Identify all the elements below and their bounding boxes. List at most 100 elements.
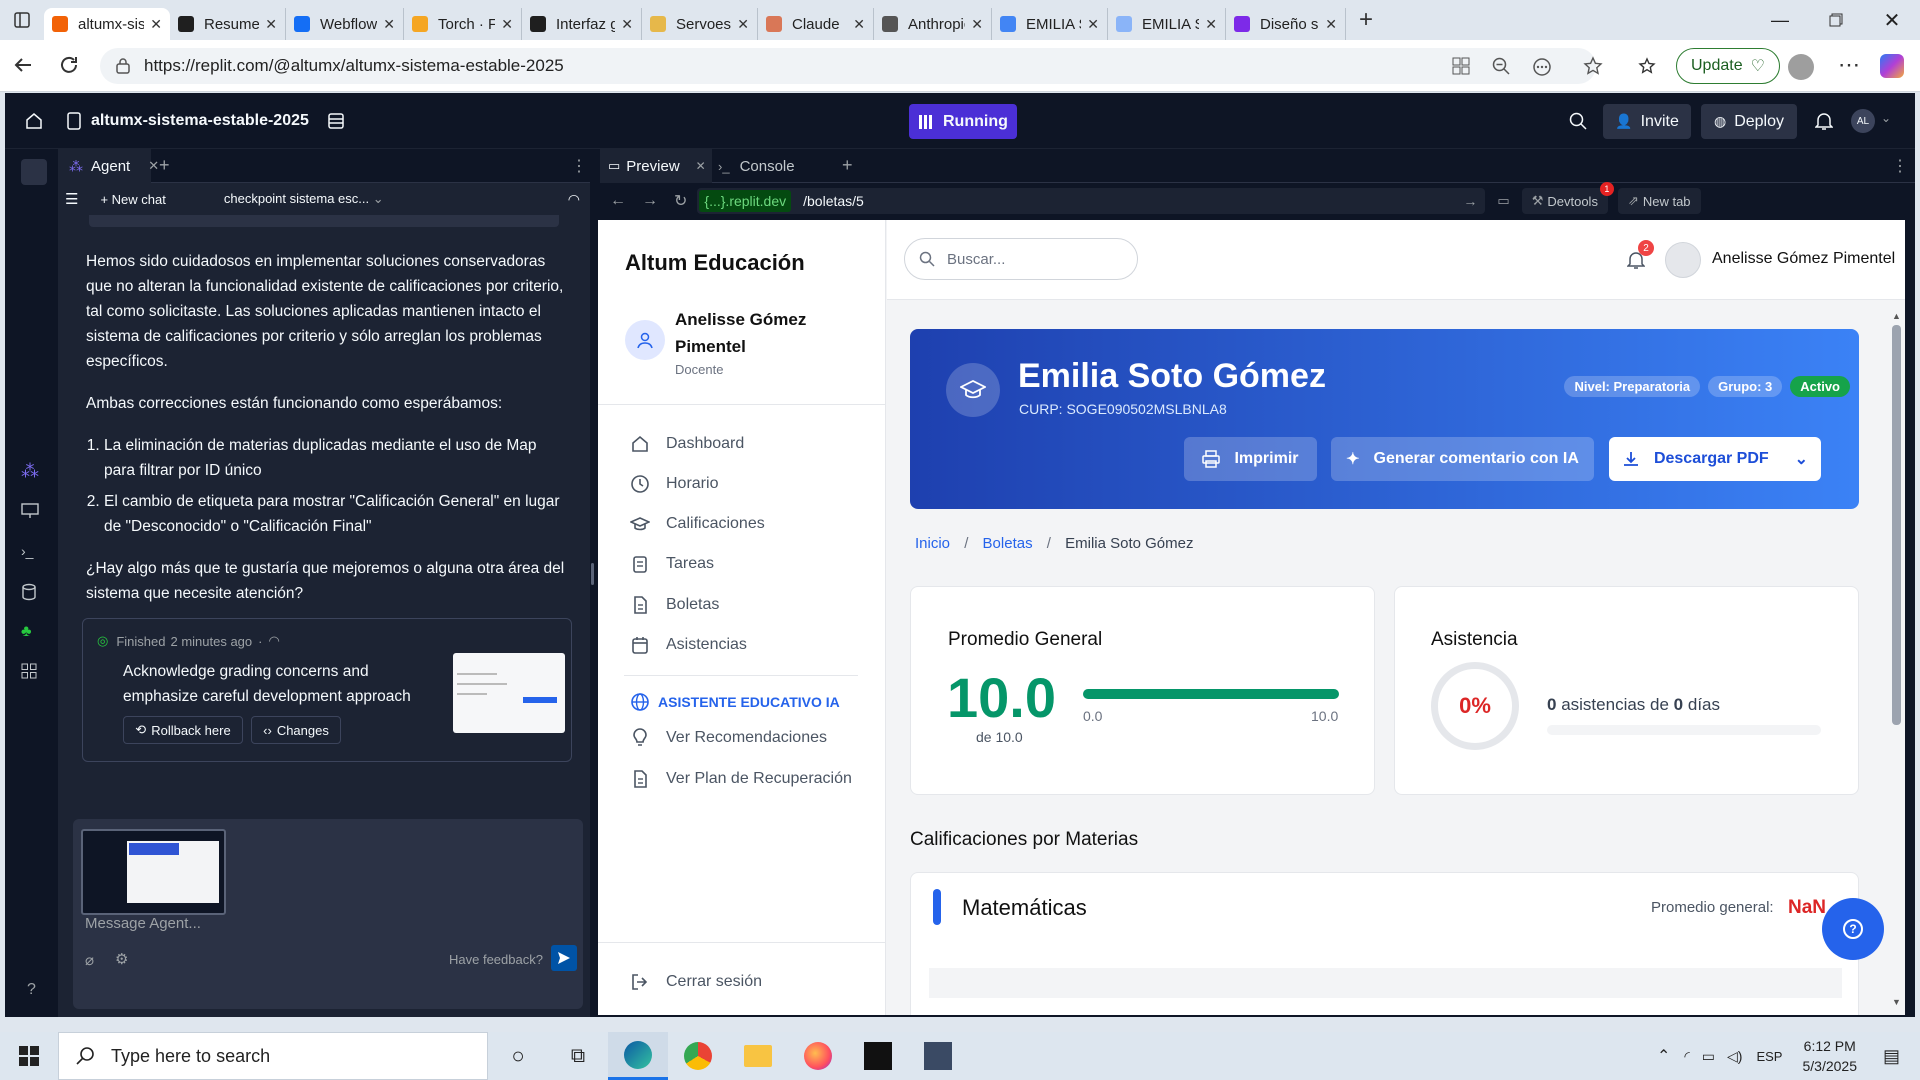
browser-tab[interactable]: Diseño sin ✕: [1226, 8, 1346, 40]
browser-tab[interactable]: Interfaz ge ✕: [522, 8, 642, 40]
browser-tab[interactable]: Servoesco ✕: [642, 8, 758, 40]
profile-avatar[interactable]: [1788, 54, 1814, 80]
zoom-icon[interactable]: [1492, 57, 1510, 75]
close-window-button[interactable]: ✕: [1864, 8, 1920, 33]
site-info-icon[interactable]: [114, 57, 132, 75]
file-explorer-icon[interactable]: [728, 1045, 788, 1067]
add-tab-button[interactable]: +: [842, 155, 853, 176]
tab-actions-icon[interactable]: [0, 0, 44, 40]
tab-preview[interactable]: ▭ Preview ✕: [600, 149, 712, 183]
devtools-button[interactable]: ⚒ Devtools 1: [1521, 182, 1614, 214]
close-tab-icon[interactable]: ✕: [383, 16, 395, 33]
apps-icon[interactable]: [1452, 57, 1470, 75]
changes-button[interactable]: ‹› Changes: [251, 716, 341, 744]
browser-tab[interactable]: Anthropic ✕: [874, 8, 992, 40]
edge-taskbar-icon[interactable]: [608, 1032, 668, 1080]
favorites-icon[interactable]: [1638, 56, 1658, 76]
agent-menu-icon[interactable]: ⋮: [571, 156, 587, 176]
home-icon[interactable]: [25, 112, 43, 130]
add-tab-button[interactable]: +: [159, 155, 170, 176]
preview-icon[interactable]: [21, 503, 39, 519]
back-icon[interactable]: ←: [610, 192, 626, 210]
update-button[interactable]: Update ♡: [1676, 48, 1780, 84]
account-avatar[interactable]: AL: [1851, 109, 1875, 133]
help-fab[interactable]: ?: [1822, 898, 1884, 960]
volume-icon[interactable]: ◁): [1727, 1048, 1742, 1065]
more-tools-icon[interactable]: [1532, 57, 1552, 77]
all-tools-icon[interactable]: [21, 663, 37, 679]
forward-icon[interactable]: →: [642, 192, 658, 210]
preview-menu-icon[interactable]: ⋮: [1892, 156, 1908, 176]
close-tab-icon[interactable]: ✕: [501, 16, 513, 33]
more-icon[interactable]: ⋯: [1838, 52, 1860, 78]
close-tab-icon[interactable]: ✕: [621, 16, 633, 33]
shell-icon[interactable]: ›_: [21, 543, 33, 559]
ai-comment-button[interactable]: ✦ Generar comentario con IA: [1331, 437, 1594, 481]
message-input[interactable]: Message Agent...: [85, 915, 201, 932]
sidebar-item-dashboard[interactable]: Dashboard: [630, 434, 744, 454]
send-button[interactable]: [551, 945, 577, 971]
back-icon[interactable]: [12, 54, 34, 76]
favorite-star-icon[interactable]: [1583, 56, 1603, 76]
new-chat-button[interactable]: + New chat: [100, 192, 165, 207]
attached-screenshot[interactable]: [81, 829, 226, 915]
notification-center-icon[interactable]: ▤: [1883, 1046, 1900, 1067]
app-brand[interactable]: Altum Educación: [625, 250, 805, 276]
project-info-icon[interactable]: [327, 112, 345, 130]
download-pdf-button[interactable]: Descargar PDF ⌄: [1609, 437, 1821, 481]
help-icon[interactable]: ?: [27, 981, 36, 999]
firefox-icon[interactable]: [788, 1042, 848, 1070]
tab-agent[interactable]: ⁂ Agent ✕: [59, 149, 159, 183]
close-tab-icon[interactable]: ✕: [1205, 16, 1217, 33]
search-icon[interactable]: [1569, 112, 1587, 130]
notifications-icon[interactable]: [1815, 111, 1833, 131]
scrollbar-thumb[interactable]: [1892, 325, 1901, 725]
logout-button[interactable]: Cerrar sesión: [630, 972, 762, 992]
start-button[interactable]: [0, 1032, 58, 1080]
files-icon[interactable]: [21, 159, 47, 185]
preview-url-input[interactable]: {...}.replit.dev /boletas/5 →: [697, 188, 1486, 214]
battery-icon[interactable]: ▭: [1702, 1048, 1715, 1065]
minimize-button[interactable]: —: [1752, 10, 1808, 31]
close-tab-icon[interactable]: ✕: [696, 159, 706, 173]
sidebar-item-plan-recuperacion[interactable]: Ver Plan de Recuperación: [630, 769, 852, 789]
close-tab-icon[interactable]: ✕: [737, 16, 749, 33]
database-icon[interactable]: [21, 583, 37, 601]
tray-chevron-icon[interactable]: ⌃: [1657, 1046, 1670, 1066]
chrome-taskbar-icon[interactable]: [668, 1042, 728, 1070]
browser-tab[interactable]: EMILIA SC ✕: [1108, 8, 1226, 40]
deploy-button[interactable]: ◍ Deploy: [1701, 104, 1797, 139]
close-tab-icon[interactable]: ✕: [853, 16, 865, 33]
browser-tab[interactable]: Webflow - ✕: [286, 8, 404, 40]
scrollbar[interactable]: ▲ ▼: [1890, 311, 1902, 1011]
usage-gauge-icon[interactable]: ◠: [568, 191, 580, 208]
taskbar-search[interactable]: Type here to search: [58, 1032, 488, 1080]
media-app-icon[interactable]: [908, 1042, 968, 1070]
settings-icon[interactable]: ⚙: [115, 950, 128, 968]
invite-button[interactable]: 👤 Invite: [1603, 104, 1691, 139]
scroll-down-arrow[interactable]: ▼: [1892, 997, 1901, 1007]
notifications-bell[interactable]: 2: [1627, 240, 1654, 270]
open-url-icon[interactable]: →: [1463, 193, 1477, 209]
browser-tab[interactable]: Resumen ✕: [170, 8, 286, 40]
sidebar-item-tareas[interactable]: Tareas: [630, 554, 714, 574]
breadcrumb-inicio[interactable]: Inicio: [915, 535, 950, 552]
new-tab-link[interactable]: ⇗ New tab: [1617, 188, 1701, 214]
sidebar-item-asistencias[interactable]: Asistencias: [630, 635, 747, 655]
deployments-icon[interactable]: ♣: [21, 623, 32, 641]
device-icon[interactable]: ▭: [1497, 193, 1509, 209]
sidebar-item-horario[interactable]: Horario: [630, 474, 718, 494]
account-chevron-icon[interactable]: ⌄: [1881, 111, 1891, 125]
close-tab-icon[interactable]: ✕: [1087, 16, 1099, 33]
project-name[interactable]: altumx-sistema-estable-2025: [91, 112, 309, 130]
close-tab-icon[interactable]: ✕: [1325, 16, 1337, 33]
browser-tab[interactable]: Claude ✕: [758, 8, 874, 40]
attach-icon[interactable]: ⌀: [85, 951, 94, 969]
search-input[interactable]: Buscar...: [904, 238, 1138, 280]
game-app-icon[interactable]: [848, 1042, 908, 1070]
clock[interactable]: 6:12 PM 5/3/2025: [1802, 1036, 1857, 1076]
history-list-icon[interactable]: ☰: [65, 190, 78, 208]
agent-icon[interactable]: ⁂: [21, 461, 39, 482]
run-status-button[interactable]: Running: [909, 104, 1017, 139]
breadcrumb-boletas[interactable]: Boletas: [983, 535, 1033, 552]
